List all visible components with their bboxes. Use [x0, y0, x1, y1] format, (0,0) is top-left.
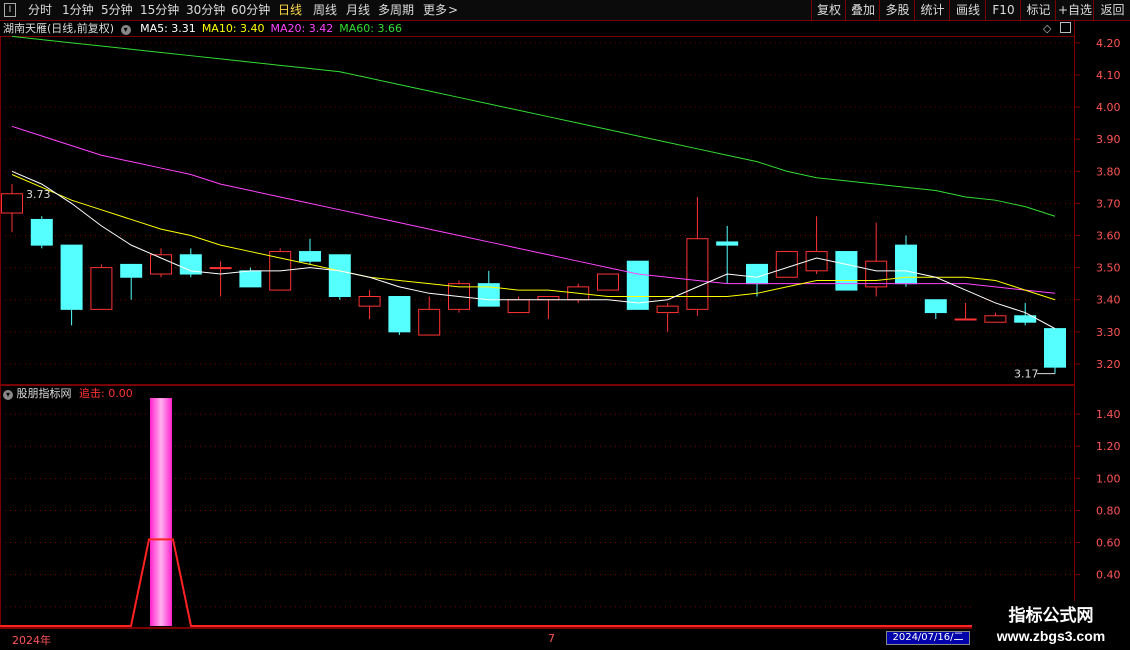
watermark-url: www.zbgs3.com	[996, 628, 1106, 644]
candle-body	[239, 270, 262, 288]
y-axis-label: 3.50	[1096, 262, 1121, 275]
candle-body	[835, 251, 858, 291]
signal-bar	[150, 398, 172, 626]
candle-body	[328, 254, 351, 298]
watermark-title: 指标公式网	[1008, 606, 1094, 625]
indicator-y-label: 0.80	[1096, 504, 1121, 517]
main-panel-frame	[0, 36, 1075, 385]
y-axis-label: 3.40	[1096, 294, 1121, 307]
candle-body	[1044, 328, 1066, 368]
ma60-line	[11, 35, 1056, 217]
cursor-date: 2024/07/16/二	[886, 631, 970, 645]
candle-body	[418, 308, 441, 336]
y-axis-label: 3.20	[1096, 358, 1121, 371]
indicator-y-label: 1.40	[1096, 408, 1121, 421]
month-label: 7	[548, 632, 555, 645]
y-axis-label: 4.10	[1096, 69, 1121, 82]
candle-body	[507, 299, 530, 314]
candle-body	[805, 251, 828, 272]
candle-body	[686, 238, 709, 310]
candle-body	[90, 267, 113, 310]
y-axis-label: 3.90	[1096, 133, 1121, 146]
candle-body	[924, 299, 947, 314]
indicator-y-label: 1.20	[1096, 440, 1121, 453]
candle-body	[209, 267, 232, 270]
y-axis-label: 3.30	[1096, 326, 1121, 339]
y-axis-label: 3.70	[1096, 197, 1121, 210]
indicator-y-label: 1.00	[1096, 472, 1121, 485]
y-axis-label: 4.00	[1096, 101, 1121, 114]
candle-body	[954, 318, 977, 321]
candle-body	[1, 193, 23, 214]
high-marker: 3.73	[26, 188, 51, 201]
candle-body	[30, 218, 53, 246]
y-axis-label: 3.60	[1096, 230, 1121, 243]
low-marker: 3.17	[1014, 368, 1039, 381]
kline-chart[interactable]: 4.20 4.10 4.00 3.90 3.80 3.70 3.60 3.50 3.40 3.30…	[0, 0, 1130, 650]
year-label: 2024年	[12, 634, 51, 647]
indicator-y-label: 0.60	[1096, 537, 1121, 550]
candle-body	[746, 263, 768, 285]
watermark-logo: 指标公式网 www.zbgs3.com	[972, 601, 1130, 650]
candle-body	[388, 296, 411, 333]
candle-body	[358, 296, 381, 307]
candle-body	[984, 315, 1007, 323]
candle-body	[120, 263, 143, 278]
y-axis-label: 3.80	[1096, 165, 1121, 178]
candle-body	[299, 251, 321, 262]
candle-body	[865, 260, 888, 288]
indicator-y-label: 0.40	[1096, 569, 1121, 582]
candle-body	[656, 305, 679, 314]
candle-body	[597, 273, 619, 291]
candle-body	[60, 244, 83, 310]
y-axis-label: 4.20	[1096, 37, 1121, 50]
candle-body	[716, 241, 739, 246]
candle-body	[775, 251, 798, 278]
